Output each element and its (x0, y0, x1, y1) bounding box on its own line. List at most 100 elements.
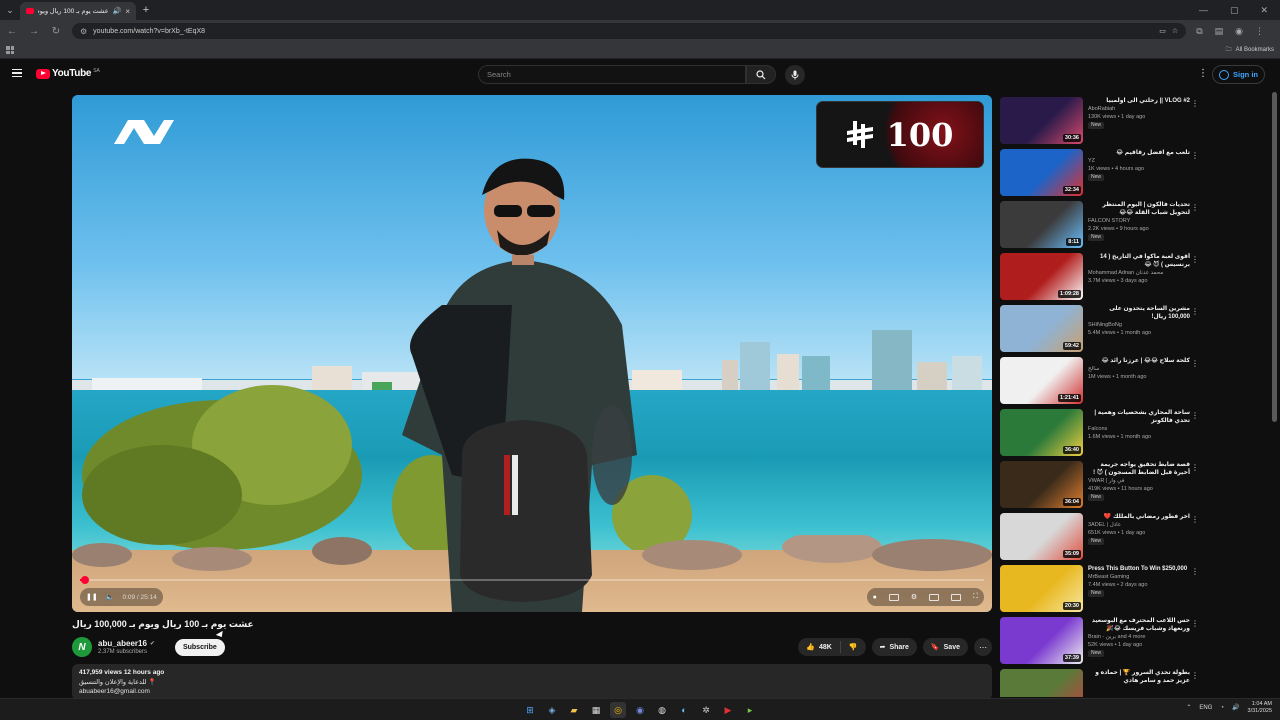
minimize-icon[interactable]: — (1199, 5, 1208, 16)
recommended-video[interactable]: 36:04 قصة ضابط تحقيق يواجه جريمة أخيرة قب… (1000, 461, 1205, 513)
video-options-icon[interactable]: ⋮ (1191, 671, 1199, 680)
video-thumbnail[interactable]: 20:30 (1000, 565, 1083, 612)
miniplayer-icon[interactable] (929, 593, 940, 601)
video-options-icon[interactable]: ⋮ (1191, 151, 1199, 160)
terminal-icon[interactable]: ▸ (742, 702, 758, 718)
maximize-icon[interactable]: ▢ (1230, 5, 1239, 16)
subtitles-icon[interactable] (888, 593, 899, 601)
recommended-video[interactable]: 36:40 ساحة المحاري بشخصيات وهمية | تحدي ف… (1000, 409, 1205, 461)
bookmark-star-icon[interactable]: ☆ (1172, 27, 1178, 35)
recommended-title[interactable]: تحديات فالكون | اليوم المنتظر لتحويل شبا… (1088, 201, 1190, 217)
recommended-title[interactable]: تلعب مع افضل رقاقيم 😂 (1088, 149, 1190, 157)
new-tab-button[interactable]: + (136, 4, 156, 16)
search-button[interactable] (746, 65, 776, 84)
recommended-video[interactable]: 1:09:28 أقوى لعبة ماكوا في التاريخ ( 14 ب… (1000, 253, 1205, 305)
subscribe-button[interactable]: Subscribe (174, 638, 225, 656)
recommended-title[interactable]: قصة ضابط تحقيق يواجه جريمة أخيرة قبل الض… (1088, 461, 1190, 477)
autoplay-toggle-icon[interactable]: ● (873, 594, 877, 601)
recommended-channel[interactable]: Mohammad Adnan محمد عدنان (1088, 270, 1190, 277)
like-button[interactable]: 👍 48K (798, 641, 841, 653)
reload-icon[interactable]: ↻ (50, 26, 62, 37)
page-scrollbar[interactable] (1272, 92, 1277, 692)
copilot-icon[interactable]: ◈ (544, 702, 560, 718)
recommended-channel[interactable]: Falcons (1088, 426, 1190, 433)
video-thumbnail[interactable]: 1:09:28 (1000, 253, 1083, 300)
more-actions-icon[interactable]: ⋯ (974, 638, 992, 656)
video-thumbnail[interactable]: 32:34 (1000, 149, 1083, 196)
description-box[interactable]: 417,959 views 12 hours ago للدعاية والإع… (72, 664, 992, 700)
save-button[interactable]: 🔖 Save (922, 638, 968, 656)
recommended-title[interactable]: كلحة سلاح 😂😂 | عرزنا رائد 😂 (1088, 357, 1190, 365)
apps-grid-icon[interactable] (6, 46, 14, 54)
tab-search-icon[interactable]: ⌄ (0, 0, 20, 20)
file-explorer-icon[interactable]: ▰ (566, 702, 582, 718)
sign-in-button[interactable]: Sign in (1212, 65, 1265, 84)
video-options-icon[interactable]: ⋮ (1191, 307, 1199, 316)
recommended-channel[interactable]: FALCON STORY (1088, 218, 1190, 225)
discord-icon[interactable]: ◉ (632, 702, 648, 718)
share-button[interactable]: ➦ Share (871, 638, 917, 656)
cast-icon[interactable]: ▭ (1159, 27, 1166, 35)
recommended-channel[interactable]: Brain - برين and 4 more (1088, 634, 1190, 641)
forward-icon[interactable]: → (28, 26, 40, 37)
recommended-title[interactable]: مشرين الساحة يتحدون على 100,000 ريال! (1088, 305, 1190, 321)
clock[interactable]: 1:04 AM 3/31/2025 (1248, 701, 1272, 715)
back-icon[interactable]: ← (6, 26, 18, 37)
scrollbar-thumb[interactable] (1272, 92, 1277, 422)
recommended-video[interactable]: 37:39 حس اللاعب المحترف مع البوسعيد ورنعه… (1000, 617, 1205, 669)
channel-avatar[interactable]: N (72, 637, 92, 657)
volume-tray-icon[interactable]: 🔊 (1232, 704, 1239, 711)
video-options-icon[interactable]: ⋮ (1191, 359, 1199, 368)
recommended-video[interactable]: 8:11 تحديات فالكون | اليوم المنتظر لتحويل… (1000, 201, 1205, 253)
video-thumbnail[interactable] (1000, 669, 1083, 697)
tab-close-icon[interactable]: × (125, 7, 130, 16)
video-options-icon[interactable]: ⋮ (1191, 203, 1199, 212)
settings-gear-icon[interactable]: ⚙ (911, 593, 917, 601)
video-options-icon[interactable]: ⋮ (1191, 619, 1199, 628)
recommended-title[interactable]: Press This Button To Win $250,000 (1088, 565, 1190, 573)
progress-bar[interactable] (80, 576, 984, 584)
search-input[interactable]: Search (478, 65, 746, 84)
recommended-channel[interactable]: MrBeast Gaming (1088, 574, 1190, 581)
settings-more-icon[interactable]: ⋮ (1198, 68, 1208, 79)
recommended-channel[interactable]: YZ (1088, 158, 1190, 165)
dislike-button[interactable]: 👎 (841, 643, 866, 651)
video-options-icon[interactable]: ⋮ (1191, 255, 1199, 264)
address-bar[interactable]: ⚙ youtube.com/watch?v=brXb_-tEqX8 ▭ ☆ (72, 23, 1187, 39)
chrome-icon[interactable]: ◎ (610, 702, 626, 718)
video-player[interactable]: 100 ❚❚ 🔈 0:09 / 25:14 ● ⚙ ⛶ (72, 95, 992, 612)
windows-start-icon[interactable]: ⊞ (522, 702, 538, 718)
obs-icon[interactable]: ◍ (654, 702, 670, 718)
video-thumbnail[interactable]: 35:09 (1000, 513, 1083, 560)
video-thumbnail[interactable]: 59:42 (1000, 305, 1083, 352)
recommended-title[interactable]: اخر فطور رمضاني بالمللك ❤️ (1088, 513, 1190, 521)
video-thumbnail[interactable]: 8:11 (1000, 201, 1083, 248)
all-bookmarks-button[interactable]: 🗀 All Bookmarks (1226, 45, 1274, 55)
recommended-video[interactable]: 32:34 تلعب مع افضل رقاقيم 😂 YZ 1K views • 4… (1000, 149, 1205, 201)
fullscreen-icon[interactable]: ⛶ (973, 593, 978, 601)
video-thumbnail[interactable]: 37:39 (1000, 617, 1083, 664)
recommended-video[interactable]: 20:30 Press This Button To Win $250,000 Mr… (1000, 565, 1205, 617)
site-info-icon[interactable]: ⚙ (80, 27, 87, 36)
video-thumbnail[interactable]: 36:40 (1000, 409, 1083, 456)
recommended-channel[interactable]: سالح (1088, 366, 1190, 373)
menu-icon[interactable] (12, 69, 22, 77)
recommended-channel[interactable]: 3ADEL | عادل (1088, 522, 1190, 529)
recommended-video[interactable]: بطولة تحدي السرور 🏆 | حماده و عزيز حمد و… (1000, 669, 1205, 697)
video-options-icon[interactable]: ⋮ (1191, 515, 1199, 524)
store-icon[interactable]: ▦ (588, 702, 604, 718)
volume-icon[interactable]: 🔈 (106, 593, 115, 601)
recommended-channel[interactable]: AboRabiah (1088, 106, 1190, 113)
extensions-icon[interactable]: ⧉ (1196, 26, 1202, 37)
voice-search-button[interactable] (785, 65, 805, 85)
video-thumbnail[interactable]: 30:36 (1000, 97, 1083, 144)
recommended-video[interactable]: 1:21:41 كلحة سلاح 😂😂 | عرزنا رائد 😂 سالح 1M… (1000, 357, 1205, 409)
recommended-title[interactable]: ساحة المحاري بشخصيات وهمية | تحدي فالكون… (1088, 409, 1190, 425)
video-options-icon[interactable]: ⋮ (1191, 411, 1199, 420)
video-options-icon[interactable]: ⋮ (1191, 463, 1199, 472)
recommended-title[interactable]: VLOG #2 || رحلتي الى اولمبيا (1088, 97, 1190, 105)
theater-mode-icon[interactable] (951, 593, 962, 601)
media-player-icon[interactable]: ▶ (720, 702, 736, 718)
profile-icon[interactable]: ◉ (1235, 26, 1243, 37)
recommended-video[interactable]: 59:42 مشرين الساحة يتحدون على 100,000 ريا… (1000, 305, 1205, 357)
